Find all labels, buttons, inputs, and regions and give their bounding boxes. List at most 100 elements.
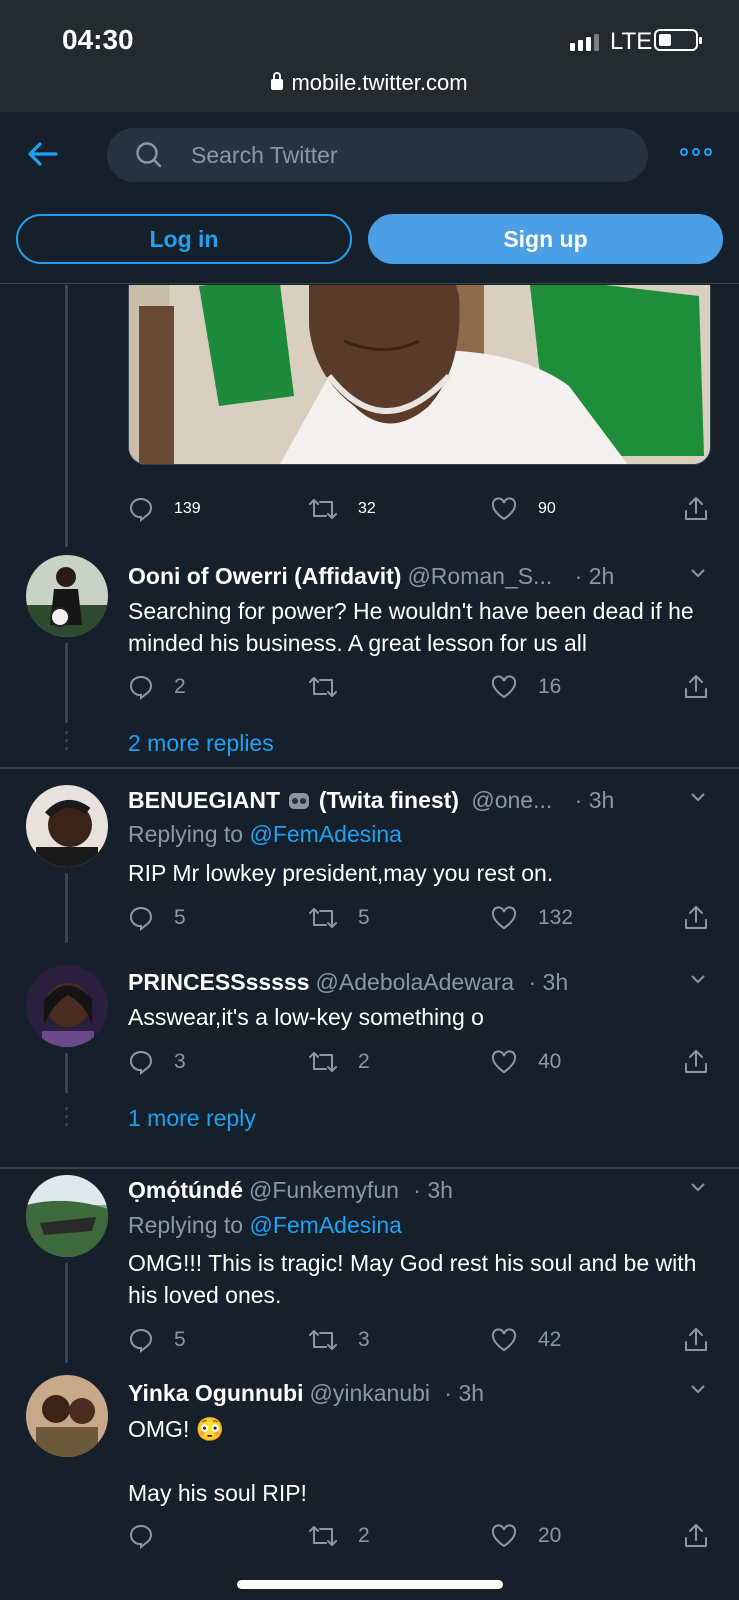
tweet-text: OMG!!! This is tragic! May God rest his … [128,1250,697,1308]
share-icon [685,1050,707,1073]
avatar[interactable] [26,965,108,1047]
tweet-text: RIP Mr lowkey president,may you rest on. [128,860,554,886]
author-name[interactable]: Ọmọ́túndé [128,1177,243,1203]
more-options-icon[interactable] [680,148,712,156]
retweet-count: 3 [358,1328,370,1351]
share-button[interactable] [682,1522,710,1550]
share-icon [685,1524,707,1547]
reply-icon [129,675,153,700]
reply-count: 5 [174,906,186,929]
avatar[interactable] [26,1175,108,1257]
author-line: BENUEGIANT (Twita finest) @one... · 3h [128,787,668,814]
search-placeholder: Search Twitter [191,142,338,168]
address-bar[interactable]: mobile.twitter.com [0,70,739,96]
tweet-text-line: May his soul RIP! [128,1480,307,1506]
retweet-button[interactable]: 3 [308,1327,370,1353]
signal-icon [570,34,599,51]
retweet-button[interactable]: 2 [308,1523,370,1549]
reply-button[interactable]: 5 [128,905,186,931]
reply-count: 2 [174,675,186,698]
retweet-icon [309,499,337,519]
heart-icon [491,1328,517,1352]
reply-button[interactable]: 2 [128,674,186,700]
chevron-down-icon[interactable] [690,789,706,805]
chevron-down-icon[interactable] [690,1381,706,1397]
retweet-icon [309,677,337,697]
share-button[interactable] [682,1048,710,1076]
author-line: Ọmọ́túndé @Funkemyfun · 3h [128,1177,668,1204]
share-button[interactable] [682,495,710,523]
tweet-media-image[interactable] [128,285,711,465]
retweet-icon [309,1526,337,1546]
like-button[interactable]: 40 [490,1049,561,1075]
author-handle: @Roman_S... [407,563,553,589]
chevron-down-icon[interactable] [690,565,706,581]
author-handle: @Funkemyfun [249,1177,399,1203]
back-arrow-icon[interactable] [26,140,60,168]
heart-icon [491,906,517,930]
share-button[interactable] [682,1326,710,1354]
reply-count: 139 [174,500,201,517]
avatar[interactable] [26,1375,108,1457]
author-name[interactable]: BENUEGIANT [128,787,280,813]
heart-icon [491,1524,517,1548]
avatar[interactable] [26,555,108,637]
tweet-text: Asswear,it's a low-key something o [128,1004,484,1030]
author-line: Ooni of Owerri (Affidavit) @Roman_S... · … [128,563,668,590]
thread-line [65,873,68,943]
share-icon [685,1328,707,1351]
chevron-down-icon[interactable] [690,1179,706,1195]
share-button[interactable] [682,904,710,932]
author-name-suffix: (Twita finest) [318,787,459,813]
retweet-button[interactable]: 5 [308,905,370,931]
more-replies-link[interactable]: 2 more replies [128,730,274,757]
share-icon [685,497,707,520]
search-icon [136,142,162,168]
retweet-button[interactable]: 32 [308,496,376,522]
thread-dots [65,1107,68,1131]
retweet-button[interactable]: 2 [308,1049,370,1075]
divider [0,1167,739,1169]
avatar[interactable] [26,785,108,867]
network-type: LTE [610,28,653,55]
like-button[interactable]: 132 [490,905,573,931]
tweet-text: Searching for power? He wouldn't have be… [128,598,694,656]
like-button[interactable]: 90 [490,496,556,522]
timestamp: · 3h [444,1380,485,1406]
divider [0,767,739,769]
replying-label: Replying to [128,821,250,847]
retweet-button[interactable] [308,674,338,700]
login-button[interactable]: Log in [16,214,352,264]
reply-button[interactable]: 139 [128,496,201,522]
replying-handle-link[interactable]: @FemAdesina [249,821,401,847]
home-indicator[interactable] [237,1580,503,1589]
share-icon [685,906,707,929]
author-name[interactable]: Ooni of Owerri (Affidavit) [128,563,401,589]
like-button[interactable]: 16 [490,674,561,700]
replying-handle-link[interactable]: @FemAdesina [249,1212,401,1238]
retweet-icon [309,1330,337,1350]
reply-button[interactable]: 3 [128,1049,186,1075]
reply-button[interactable]: 5 [128,1327,186,1353]
retweet-count: 2 [358,1524,370,1547]
author-name[interactable]: PRINCESSsssss [128,969,310,995]
author-line: Yinka Ogunnubi @yinkanubi · 3h [128,1380,668,1407]
timeline[interactable]: 139 32 90 Ooni of Owerri (Affidavit) @Rom… [0,285,739,1600]
more-replies-link[interactable]: 1 more reply [128,1105,256,1132]
search-input[interactable]: Search Twitter [107,128,648,182]
author-name[interactable]: Yinka Ogunnubi [128,1380,303,1406]
like-count: 90 [538,500,556,517]
chevron-down-icon[interactable] [690,971,706,987]
timestamp: · 2h [574,563,615,589]
author-handle: @AdebolaAdewara [315,969,515,995]
share-button[interactable] [682,673,710,701]
like-button[interactable]: 42 [490,1327,561,1353]
reply-icon [129,1328,153,1353]
lock-icon [271,72,284,90]
reply-button[interactable] [128,1523,154,1549]
clock: 04:30 [62,24,134,55]
replying-to: Replying to @FemAdesina [128,821,402,848]
signup-button[interactable]: Sign up [368,214,723,264]
like-button[interactable]: 20 [490,1523,561,1549]
tweet-text-line: OMG! 😳 [128,1416,225,1442]
